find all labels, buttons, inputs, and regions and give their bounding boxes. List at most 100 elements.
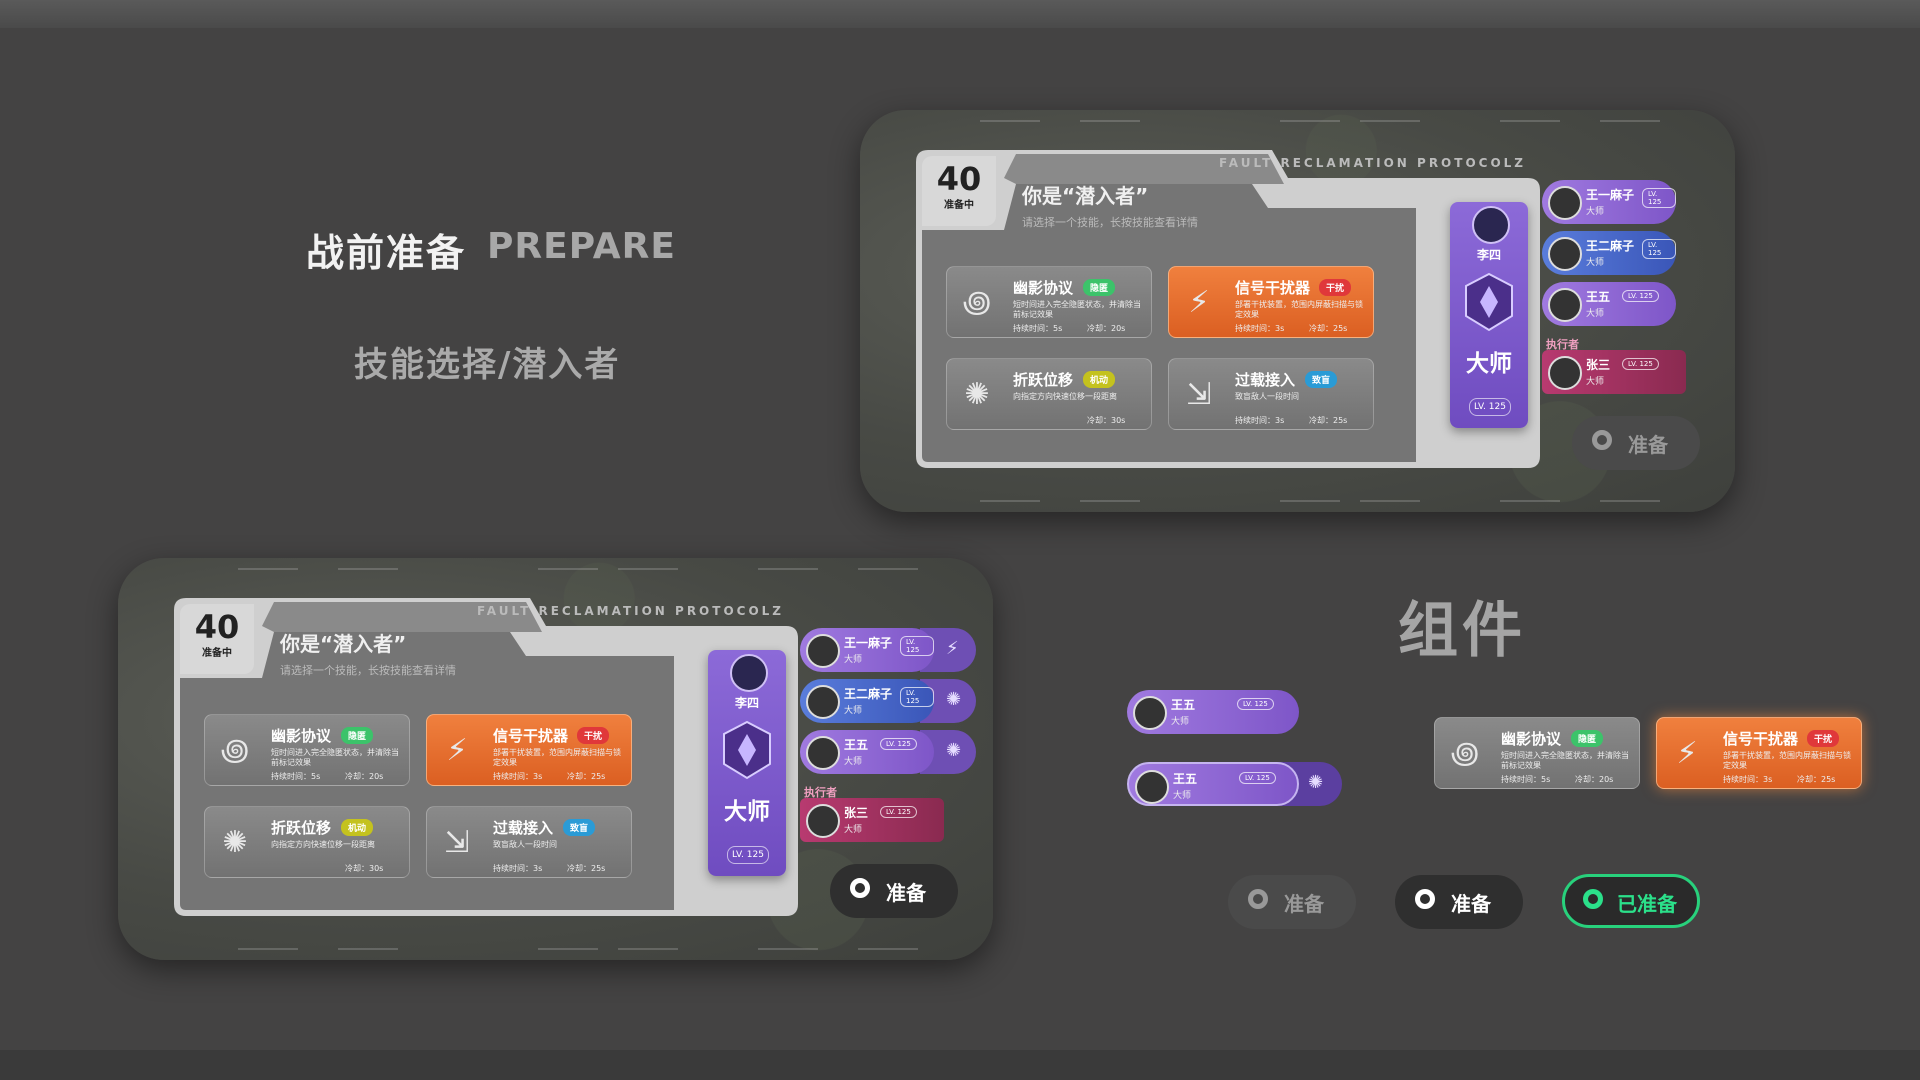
divider xyxy=(1500,500,1560,502)
teammate-name: 王一麻子 xyxy=(1586,188,1635,202)
teammate-card-component-selected[interactable]: 王五 LV. 125 大师 xyxy=(1127,762,1299,806)
skill-cooldown: 冷却：25s xyxy=(1309,416,1348,425)
skill-option[interactable]: ⚡ 信号干扰器 干扰 部署干扰装置，范围内屏蔽扫描与锁定效果 持续时间：3s 冷却：25s xyxy=(1168,266,1374,338)
skill-name: 信号干扰器 xyxy=(493,727,569,745)
teammate-name: 王二麻子 xyxy=(1586,239,1635,253)
ready-label: 准备 xyxy=(1451,892,1491,916)
top-bar xyxy=(0,0,1920,28)
avatar xyxy=(1548,237,1582,271)
ready-label: 准备 xyxy=(1628,433,1668,457)
teammate-card-component[interactable]: 王五 LV. 125 大师 xyxy=(1127,690,1299,734)
ready-button[interactable]: 准备 xyxy=(1572,416,1700,470)
skill-option[interactable]: ⇲ 过载接入 致盲 致盲敌人一段时间 持续时间：3s 冷却：25s xyxy=(1168,358,1374,430)
skill-option[interactable]: ✺ 折跃位移 机动 向指定方向快速位移一段距离 冷却：30s xyxy=(946,358,1152,430)
divider xyxy=(1080,500,1140,502)
ready-button[interactable]: 准备 xyxy=(830,864,958,918)
teammate-card[interactable]: 王一麻子 LV. 125 大师 xyxy=(1542,180,1676,224)
divider xyxy=(338,568,398,570)
skill-duration: 持续时间：3s xyxy=(493,772,543,781)
rank-emblem-icon xyxy=(723,720,771,780)
skill-duration: 持续时间：3s xyxy=(1723,775,1773,784)
countdown-box: 40 准备中 xyxy=(180,604,254,674)
ready-button-disabled[interactable]: 准备 xyxy=(1228,875,1356,929)
divider xyxy=(1600,500,1660,502)
avatar xyxy=(806,634,840,668)
skill-tag: 致盲 xyxy=(1305,371,1338,388)
divider xyxy=(618,948,678,950)
divider xyxy=(538,948,598,950)
skill-desc: 短时间进入完全隐匿状态，并清除当前标记效果 xyxy=(271,748,399,767)
ready-button-default[interactable]: 准备 xyxy=(1395,875,1523,929)
teammate-card[interactable]: 王二麻子 LV. 125 大师 xyxy=(800,679,934,723)
divider xyxy=(1080,120,1140,122)
skill-name: 幽影协议 xyxy=(1501,730,1562,748)
teammate-level: LV. 125 xyxy=(1237,698,1274,710)
skill-cooldown: 冷却：20s xyxy=(345,772,384,781)
skill-option[interactable]: ꩜ 幽影协议 隐匿 短时间进入完全隐匿状态，并清除当前标记效果 持续时间：5s 冷却：20… xyxy=(946,266,1152,338)
teammate-level: LV. 125 xyxy=(1642,188,1676,208)
skill-tag: 干扰 xyxy=(1319,279,1352,296)
countdown-status: 准备中 xyxy=(944,200,974,211)
skill-desc: 致盲敌人一段时间 xyxy=(1235,392,1299,401)
claw-icon: ⇲ xyxy=(1186,377,1212,412)
avatar xyxy=(806,804,840,838)
divider xyxy=(1360,120,1420,122)
skill-card: 40 准备中 你是“潜入者” 请选择一个技能，长按技能查看详情 FAULT RE… xyxy=(174,598,798,916)
teammate-card[interactable]: 王一麻子 LV. 125 大师 xyxy=(800,628,934,672)
prepare-panel-bottom: 40 准备中 你是“潜入者” 请选择一个技能，长按技能查看详情 FAULT RE… xyxy=(118,558,993,960)
skill-option[interactable]: ✺ 折跃位移 机动 向指定方向快速位移一段距离 冷却：30s xyxy=(204,806,410,878)
skill-duration: 持续时间：3s xyxy=(1235,416,1285,425)
skill-tag: 隐匿 xyxy=(1571,730,1604,747)
lightning-icon: ⚡ xyxy=(1676,736,1698,771)
page-title-en: PREPARE xyxy=(487,226,676,267)
ready-label: 已准备 xyxy=(1617,892,1677,916)
skill-desc: 向指定方向快速位移一段距离 xyxy=(1013,392,1117,401)
skill-tag: 隐匿 xyxy=(1083,279,1116,296)
skill-option[interactable]: ꩜ 幽影协议 隐匿 短时间进入完全隐匿状态，并清除当前标记效果 持续时间：5s 冷却：20… xyxy=(1434,717,1640,789)
skill-tag: 干扰 xyxy=(577,727,610,744)
skill-name: 过载接入 xyxy=(493,819,554,837)
teammate-card[interactable]: 张三 LV. 125 大师 xyxy=(1542,350,1686,394)
skill-option[interactable]: ⇲ 过载接入 致盲 致盲敌人一段时间 持续时间：3s 冷却：25s xyxy=(426,806,632,878)
teammate-card[interactable]: 王五 LV. 125 大师 xyxy=(800,730,934,774)
skill-option[interactable]: ꩜ 幽影协议 隐匿 短时间进入完全隐匿状态，并清除当前标记效果 持续时间：5s 冷却：20… xyxy=(204,714,410,786)
avatar xyxy=(730,654,768,692)
divider xyxy=(238,568,298,570)
avatar xyxy=(1548,186,1582,220)
divider xyxy=(758,948,818,950)
skill-name: 信号干扰器 xyxy=(1723,730,1799,748)
ready-button-ready[interactable]: 已准备 xyxy=(1562,874,1700,928)
skill-cooldown: 冷却：25s xyxy=(567,864,606,873)
skill-desc: 向指定方向快速位移一段距离 xyxy=(271,840,375,849)
skill-name: 折跃位移 xyxy=(1013,371,1074,389)
swirl-icon: ꩜ xyxy=(962,285,992,320)
avatar xyxy=(1133,696,1167,730)
avatar xyxy=(1548,356,1582,390)
skill-desc: 短时间进入完全隐匿状态，并清除当前标记效果 xyxy=(1501,751,1629,770)
teammate-card[interactable]: 王五 LV. 125 大师 xyxy=(1542,282,1676,326)
teammate-card[interactable]: 王二麻子 LV. 125 大师 xyxy=(1542,231,1676,275)
teammate-card[interactable]: 张三 LV. 125 大师 xyxy=(800,798,944,842)
ring-icon xyxy=(1583,889,1603,909)
divider xyxy=(1280,120,1340,122)
bottom-bar xyxy=(0,1050,1920,1080)
hero-card[interactable]: 李四 大师 LV. 125 xyxy=(1450,202,1528,428)
teammate-level: LV. 125 xyxy=(880,806,917,818)
skill-cooldown: 冷却：20s xyxy=(1087,324,1126,333)
teammate-name: 王五 xyxy=(1586,290,1611,304)
skill-option[interactable]: ⚡ 信号干扰器 干扰 部署干扰装置，范围内屏蔽扫描与锁定效果 持续时间：3s 冷却：25s xyxy=(1656,717,1862,789)
hero-level: LV. 125 xyxy=(727,846,769,864)
avatar xyxy=(1472,206,1510,244)
lightning-icon: ⚡ xyxy=(1188,285,1210,320)
teammate-name: 王一麻子 xyxy=(844,636,893,650)
countdown-number: 40 xyxy=(936,160,982,198)
hero-card[interactable]: 李四 大师 LV. 125 xyxy=(708,650,786,876)
hero-name: 李四 xyxy=(734,696,759,710)
skill-option[interactable]: ⚡ 信号干扰器 干扰 部署干扰装置，范围内屏蔽扫描与锁定效果 持续时间：3s 冷却：25s xyxy=(426,714,632,786)
countdown-box: 40 准备中 xyxy=(922,156,996,226)
divider xyxy=(1600,120,1660,122)
teammate-level: LV. 125 xyxy=(1239,772,1276,784)
hint-text: 请选择一个技能，长按技能查看详情 xyxy=(1022,216,1198,229)
skill-indicator-icon: ✺ xyxy=(946,740,962,761)
teammate-name: 王五 xyxy=(1173,772,1198,786)
